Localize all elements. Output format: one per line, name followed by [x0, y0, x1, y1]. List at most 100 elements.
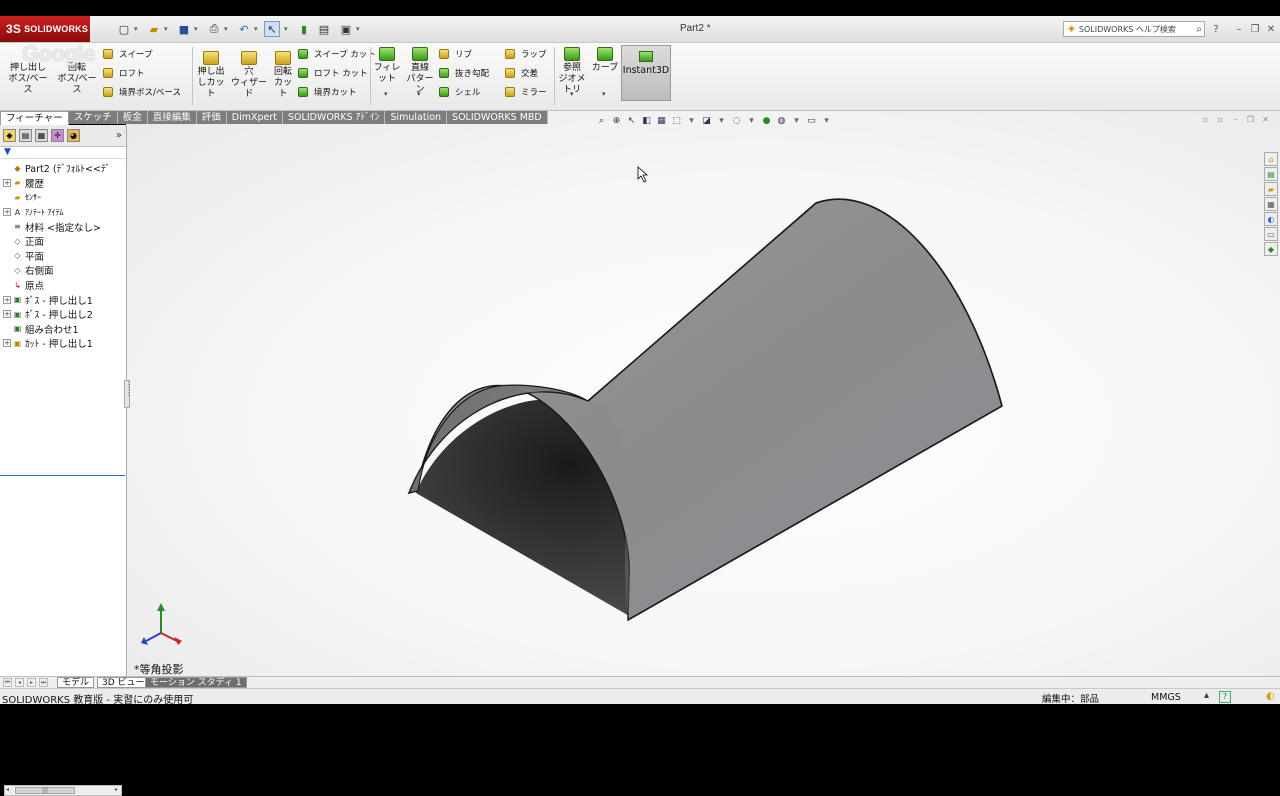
search-icon[interactable]: ⌕ [1196, 24, 1202, 35]
sweep-boss-button[interactable]: スイープ [103, 47, 153, 61]
scroll-right-icon[interactable]: ▸ [115, 786, 118, 793]
extrude-cut-button[interactable]: 押し出 しカット [195, 51, 227, 100]
tree-item[interactable]: + ▰ 履歴 [0, 176, 126, 191]
tree-item[interactable]: + ▣ ﾎﾞｽ - 押し出し1 [0, 292, 126, 307]
reference-geometry-dropdown-icon[interactable]: ▾ [570, 90, 574, 98]
tab-addins[interactable]: SOLIDWORKS ｱﾄﾞｲﾝ [283, 111, 386, 124]
quick-tips-help-icon[interactable]: ? [1219, 691, 1231, 703]
tab-evaluate[interactable]: 評価 [196, 111, 227, 124]
draft-button[interactable]: 抜き勾配 [439, 66, 489, 80]
appearances-icon[interactable]: ◐ [1264, 212, 1278, 226]
expand-icon[interactable]: + [3, 208, 11, 217]
panel-expand-icon[interactable]: » [116, 130, 122, 141]
tab-sheet-metal[interactable]: 板金 [117, 111, 148, 124]
restore-doc-icon[interactable]: ❐ [1245, 114, 1256, 125]
tree-item[interactable]: + A ｱﾉﾃｰﾄ ｱｲﾃﾑ [0, 205, 126, 220]
first-tab-icon[interactable]: ⏮ [3, 678, 12, 687]
close-window-icon[interactable]: ✕ [1264, 22, 1278, 36]
minimize-doc-icon[interactable]: – [1230, 114, 1241, 125]
open-folder-icon[interactable]: ▰ [146, 21, 162, 37]
chevron-down-icon[interactable]: ▾ [716, 116, 727, 127]
sweep-cut-button[interactable]: スイープ カット [298, 47, 376, 61]
display-style-icon[interactable]: ◪ [701, 116, 712, 127]
reference-geometry-button[interactable]: 参照 ジオメトリ [556, 47, 588, 96]
revolve-boss-button[interactable]: 回転 ボス/ベース [54, 63, 100, 96]
half-pipe-shell[interactable] [407, 198, 1003, 622]
shell-button[interactable]: シェル [439, 85, 481, 99]
undo-icon[interactable]: ↶ [236, 21, 252, 37]
loft-boss-button[interactable]: ロフト [103, 66, 145, 80]
pattern-dropdown-icon[interactable]: ▾ [417, 90, 421, 98]
tree-item[interactable]: ◇ 正面 [0, 234, 126, 249]
chevron-down-icon[interactable]: ▾ [194, 25, 201, 33]
tab-dimxpert[interactable]: DimXpert [226, 111, 284, 124]
chevron-down-icon[interactable]: ▾ [134, 25, 141, 33]
feature-manager-icon[interactable]: ◆ [3, 129, 16, 142]
rebuild-status-icon[interactable]: ◐ [1266, 691, 1275, 702]
custom-properties-icon[interactable]: ▭ [1264, 227, 1278, 241]
edit-appearance-icon[interactable]: ● [761, 116, 772, 127]
tile-icon[interactable]: ▫ [1200, 114, 1211, 125]
tile-vertical-icon[interactable]: ▫ [1215, 114, 1226, 125]
tree-item[interactable]: ◇ 平面 [0, 249, 126, 264]
print-icon[interactable]: ⎙ [206, 21, 222, 37]
display-manager-icon[interactable]: ◕ [67, 129, 80, 142]
property-manager-icon[interactable]: ▤ [19, 129, 32, 142]
curves-button[interactable]: カーブ [591, 47, 619, 74]
extrude-boss-button[interactable]: 押し出し ボス/ベース [5, 63, 51, 96]
chevron-down-icon[interactable]: ▾ [164, 25, 171, 33]
apply-scene-icon[interactable]: ◍ [776, 116, 787, 127]
chevron-down-icon[interactable]: ▾ [224, 25, 231, 33]
rebuild-traffic-light-icon[interactable]: ▮ [296, 21, 312, 37]
model-canvas[interactable] [126, 111, 1280, 676]
view-orientation-icon[interactable]: ⬚ [671, 116, 682, 127]
tree-item[interactable]: + ▣ ｶｯﾄ - 押し出し1 [0, 336, 126, 351]
file-explorer-icon[interactable]: ▰ [1264, 182, 1278, 196]
tree-item[interactable]: + ▣ ﾎﾞｽ - 押し出し2 [0, 307, 126, 322]
tab-features[interactable]: フィーチャー [0, 111, 69, 125]
instant3d-button[interactable]: Instant3D [621, 45, 671, 101]
chevron-down-icon[interactable]: ▾ [821, 116, 832, 127]
rib-button[interactable]: リブ [439, 47, 472, 61]
chevron-down-icon[interactable]: ▾ [746, 116, 757, 127]
tab-motion-study[interactable]: モーション スタディ 1 [145, 677, 247, 688]
fillet-dropdown-icon[interactable]: ▾ [384, 90, 388, 98]
options-icon[interactable]: ▣ [338, 21, 354, 37]
chevron-down-icon[interactable]: ▾ [254, 25, 261, 33]
view-settings-icon[interactable]: ▭ [806, 116, 817, 127]
scrollbar-thumb[interactable]: ||| [15, 787, 75, 794]
close-doc-icon[interactable]: ✕ [1260, 114, 1271, 125]
intersect-button[interactable]: 交差 [505, 66, 538, 80]
boundary-cut-button[interactable]: 境界カット [298, 85, 357, 99]
revolve-cut-button[interactable]: 回転 カット [270, 51, 296, 100]
curves-dropdown-icon[interactable]: ▾ [602, 90, 606, 98]
wrap-button[interactable]: ラップ [505, 47, 547, 61]
expand-icon[interactable]: + [3, 178, 11, 187]
rollback-bar[interactable] [0, 475, 125, 476]
solidworks-resources-icon[interactable]: ⌂ [1264, 152, 1278, 166]
dimxpert-manager-icon[interactable]: ✛ [51, 129, 64, 142]
last-tab-icon[interactable]: ⏭ [39, 678, 48, 687]
tab-model[interactable]: モデル [57, 677, 95, 688]
panel-splitter-handle[interactable]: ⋮ ⋮ [124, 380, 133, 408]
help-icon[interactable]: ? [1209, 22, 1223, 36]
zoom-to-area-icon[interactable]: ⊕ [611, 116, 622, 127]
solidworks-logo[interactable]: 3S SOLIDWORKS [0, 16, 90, 42]
hole-wizard-button[interactable]: 穴 ウィザード [229, 51, 269, 100]
dynamic-annotation-icon[interactable]: ▦ [656, 116, 667, 127]
chevron-up-icon[interactable]: ▴ [1204, 690, 1209, 701]
unit-system-selector[interactable]: MMGS [1151, 692, 1181, 703]
expand-icon[interactable]: + [3, 295, 11, 304]
tree-item[interactable]: ◆ Part2 (ﾃﾞﾌｫﾙﾄ<<ﾃﾞ [0, 161, 126, 176]
filter-icon[interactable]: ▼ [4, 147, 11, 157]
file-properties-icon[interactable]: ▤ [316, 21, 332, 37]
help-search-input[interactable]: ◈ SOLIDWORKS ヘルプ検索 ⌕ [1063, 21, 1205, 37]
tree-item[interactable]: ▣ 組み合わせ1 [0, 322, 126, 337]
select-arrow-icon[interactable]: ↖ [264, 21, 280, 37]
new-document-icon[interactable]: ▢ [116, 21, 132, 37]
view-palette-icon[interactable]: ▦ [1264, 197, 1278, 211]
design-library-icon[interactable]: ▤ [1264, 167, 1278, 181]
loft-cut-button[interactable]: ロフト カット [298, 66, 368, 80]
panel-horizontal-scrollbar[interactable]: ◂ ||| ▸ [4, 785, 122, 796]
hide-show-items-icon[interactable]: ◌ [731, 116, 742, 127]
